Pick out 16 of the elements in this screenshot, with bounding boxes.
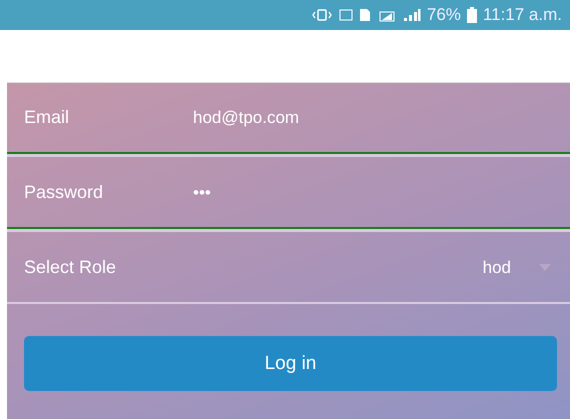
field-label: Email <box>24 107 70 128</box>
signal-bars-icon <box>402 8 421 22</box>
clock-time: 11:17 a.m. <box>482 5 562 25</box>
form-row[interactable]: Password ••• <box>7 158 570 229</box>
input-value: ••• <box>193 182 211 202</box>
login-button[interactable]: Log in <box>24 336 557 391</box>
role-value: hod <box>482 258 511 278</box>
battery-icon <box>466 7 477 23</box>
form-row[interactable]: Email hod@tpo.com <box>7 83 570 154</box>
vibrate-icon <box>310 8 333 22</box>
field-label: Select Role <box>24 257 118 278</box>
sim-card-icon <box>358 8 371 22</box>
form-row[interactable]: Select Role hod <box>7 233 570 304</box>
battery-percent: 76% <box>426 5 461 25</box>
input-value: hod@tpo.com <box>193 108 300 128</box>
field-label: Password <box>24 182 104 203</box>
